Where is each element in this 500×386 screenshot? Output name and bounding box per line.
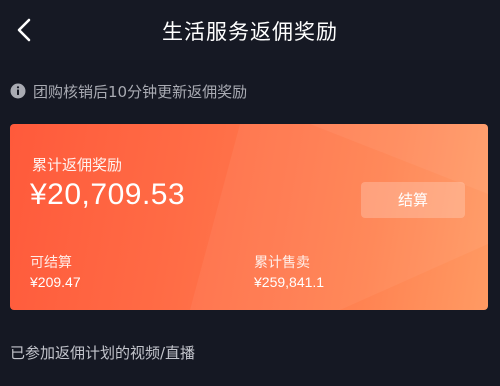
- info-icon: [10, 83, 26, 99]
- cumulative-reward-label: 累计返佣奖励: [32, 156, 123, 174]
- settle-button[interactable]: 结算: [361, 182, 465, 218]
- navigation-bar: 生活服务返佣奖励: [0, 0, 500, 60]
- participating-section-title: 已参加返佣计划的视频/直播: [10, 344, 196, 362]
- total-sales-label: 累计售卖: [254, 255, 310, 271]
- cumulative-reward-amount: ¥20,709.53: [30, 178, 186, 211]
- update-notice: 团购核销后10分钟更新返佣奖励: [10, 80, 247, 102]
- total-sales-value: ¥259,841.1: [254, 274, 325, 290]
- settleable-label: 可结算: [30, 255, 72, 271]
- page-title: 生活服务返佣奖励: [162, 20, 338, 44]
- settleable-value: ¥209.47: [30, 274, 81, 290]
- notice-text: 团购核销后10分钟更新返佣奖励: [33, 82, 248, 101]
- reward-card: 累计返佣奖励 ¥20,709.53 结算 可结算 ¥209.47 累计售卖 ¥2…: [10, 124, 488, 310]
